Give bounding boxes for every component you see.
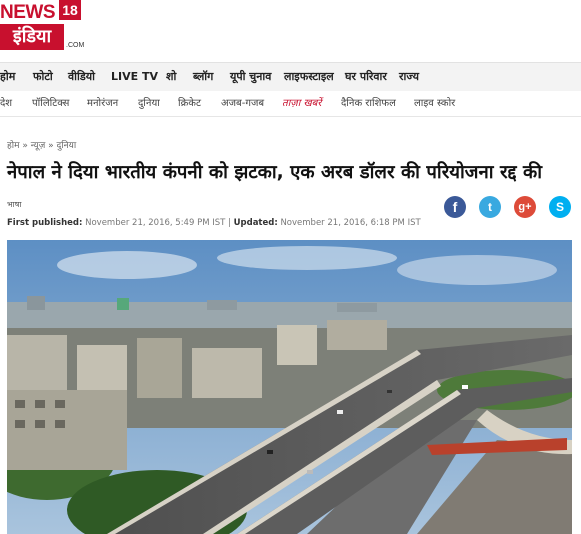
facebook-share-icon[interactable]: f <box>444 196 466 218</box>
published-value: November 21, 2016, 5:49 PM IST <box>85 218 226 228</box>
logo-india: इंडिया <box>0 24 64 50</box>
logo-com: .COM <box>66 42 85 49</box>
article-headline: नेपाल ने दिया भारतीय कंपनी को झटका, एक अ… <box>7 162 542 183</box>
breadcrumb[interactable]: होम » न्यूज़ » दुनिया <box>7 138 76 151</box>
article-photo <box>7 240 572 534</box>
nav-item-politics[interactable]: पॉलिटिक्स <box>32 91 69 116</box>
skype-share-icon[interactable]: S <box>549 196 571 218</box>
published-label: First published: <box>7 218 83 228</box>
updated-label: Updated: <box>233 218 278 228</box>
nav-item-world[interactable]: दुनिया <box>138 91 160 116</box>
date-separator: | <box>228 218 231 228</box>
nav-item-horoscope[interactable]: दैनिक राशिफल <box>341 91 396 116</box>
logo-news: NEWS <box>0 2 62 24</box>
nav-item-video[interactable]: वीडियो <box>68 63 95 91</box>
nav-item-up-election[interactable]: यूपी चुनाव <box>230 63 271 91</box>
nav-item-country[interactable]: देश <box>0 91 12 116</box>
primary-nav: होम फोटो वीडियो LIVE TV शो ब्लॉग यूपी चु… <box>0 62 581 92</box>
nav-item-entertainment[interactable]: मनोरंजन <box>87 91 118 116</box>
secondary-nav: देश पॉलिटिक्स मनोरंजन दुनिया क्रिकेट अजब… <box>0 91 581 117</box>
article-author[interactable]: भाषा <box>7 199 21 210</box>
article-dates: First published: November 21, 2016, 5:49… <box>7 218 421 228</box>
nav-item-ajab-gajab[interactable]: अजब-गजब <box>221 91 264 116</box>
nav-item-cricket[interactable]: क्रिकेट <box>178 91 201 116</box>
nav-item-latest-news[interactable]: ताज़ा खबरें <box>282 91 321 116</box>
nav-item-shows[interactable]: शो <box>166 63 176 91</box>
nav-item-live-tv[interactable]: LIVE TV <box>111 63 158 91</box>
nav-item-lifestyle[interactable]: लाइफस्टाइल <box>284 63 334 91</box>
googleplus-share-icon[interactable]: g+ <box>514 196 536 218</box>
site-logo[interactable]: NEWS 18 इंडिया .COM <box>0 0 85 56</box>
flyover-image <box>7 240 572 534</box>
nav-item-states[interactable]: राज्य <box>399 63 419 91</box>
nav-item-live-score[interactable]: लाइव स्कोर <box>414 91 455 116</box>
logo-18-badge: 18 <box>59 0 81 20</box>
nav-item-home[interactable]: होम <box>0 63 15 91</box>
nav-item-family[interactable]: घर परिवार <box>345 63 387 91</box>
twitter-share-icon[interactable]: t <box>479 196 501 218</box>
nav-item-photo[interactable]: फोटो <box>33 63 53 91</box>
updated-value: November 21, 2016, 6:18 PM IST <box>280 218 421 228</box>
nav-item-blog[interactable]: ब्लॉग <box>193 63 213 91</box>
